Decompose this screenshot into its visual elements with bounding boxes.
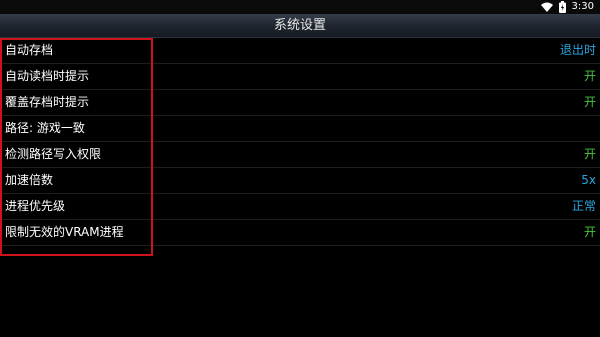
wifi-icon [540, 2, 553, 12]
setting-label: 限制无效的VRAM进程 [5, 225, 124, 239]
setting-label: 进程优先级 [5, 199, 66, 213]
settings-list: 自动存档 退出时 自动读档时提示 开 覆盖存档时提示 开 路径: 游戏一致 检测… [0, 38, 600, 246]
setting-value: 退出时 [559, 43, 596, 57]
page-title: 系统设置 [273, 18, 326, 33]
setting-row-auto-load-prompt[interactable]: 自动读档时提示 开 [0, 64, 600, 90]
setting-row-auto-save[interactable]: 自动存档 退出时 [0, 38, 600, 64]
setting-label: 加速倍数 [5, 173, 54, 187]
setting-row-speed-multiplier[interactable]: 加速倍数 5x [0, 168, 600, 194]
setting-value: 开 [583, 147, 596, 161]
setting-value: 开 [583, 95, 596, 109]
setting-label: 自动存档 [5, 43, 54, 57]
setting-value: 5x [581, 173, 596, 187]
setting-row-limit-vram-process[interactable]: 限制无效的VRAM进程 开 [0, 220, 600, 246]
setting-label: 检测路径写入权限 [5, 147, 102, 161]
setting-value: 正常 [571, 199, 596, 213]
setting-row-process-priority[interactable]: 进程优先级 正常 [0, 194, 600, 220]
setting-label: 自动读档时提示 [5, 69, 90, 83]
status-clock: 3:30 [571, 1, 594, 12]
setting-label: 路径: 游戏一致 [5, 121, 85, 135]
setting-row-check-path-permission[interactable]: 检测路径写入权限 开 [0, 142, 600, 168]
screen: 3:30 系统设置 自动存档 退出时 自动读档时提示 开 覆盖存档时提示 开 路… [0, 0, 600, 337]
status-icons: 3:30 [540, 1, 594, 13]
setting-row-overwrite-save-prompt[interactable]: 覆盖存档时提示 开 [0, 90, 600, 116]
setting-label: 覆盖存档时提示 [5, 95, 90, 109]
battery-icon [558, 1, 566, 13]
title-bar: 系统设置 [0, 14, 600, 38]
setting-row-path[interactable]: 路径: 游戏一致 [0, 116, 600, 142]
status-bar: 3:30 [0, 0, 600, 14]
setting-value: 开 [583, 225, 596, 239]
setting-value: 开 [583, 69, 596, 83]
